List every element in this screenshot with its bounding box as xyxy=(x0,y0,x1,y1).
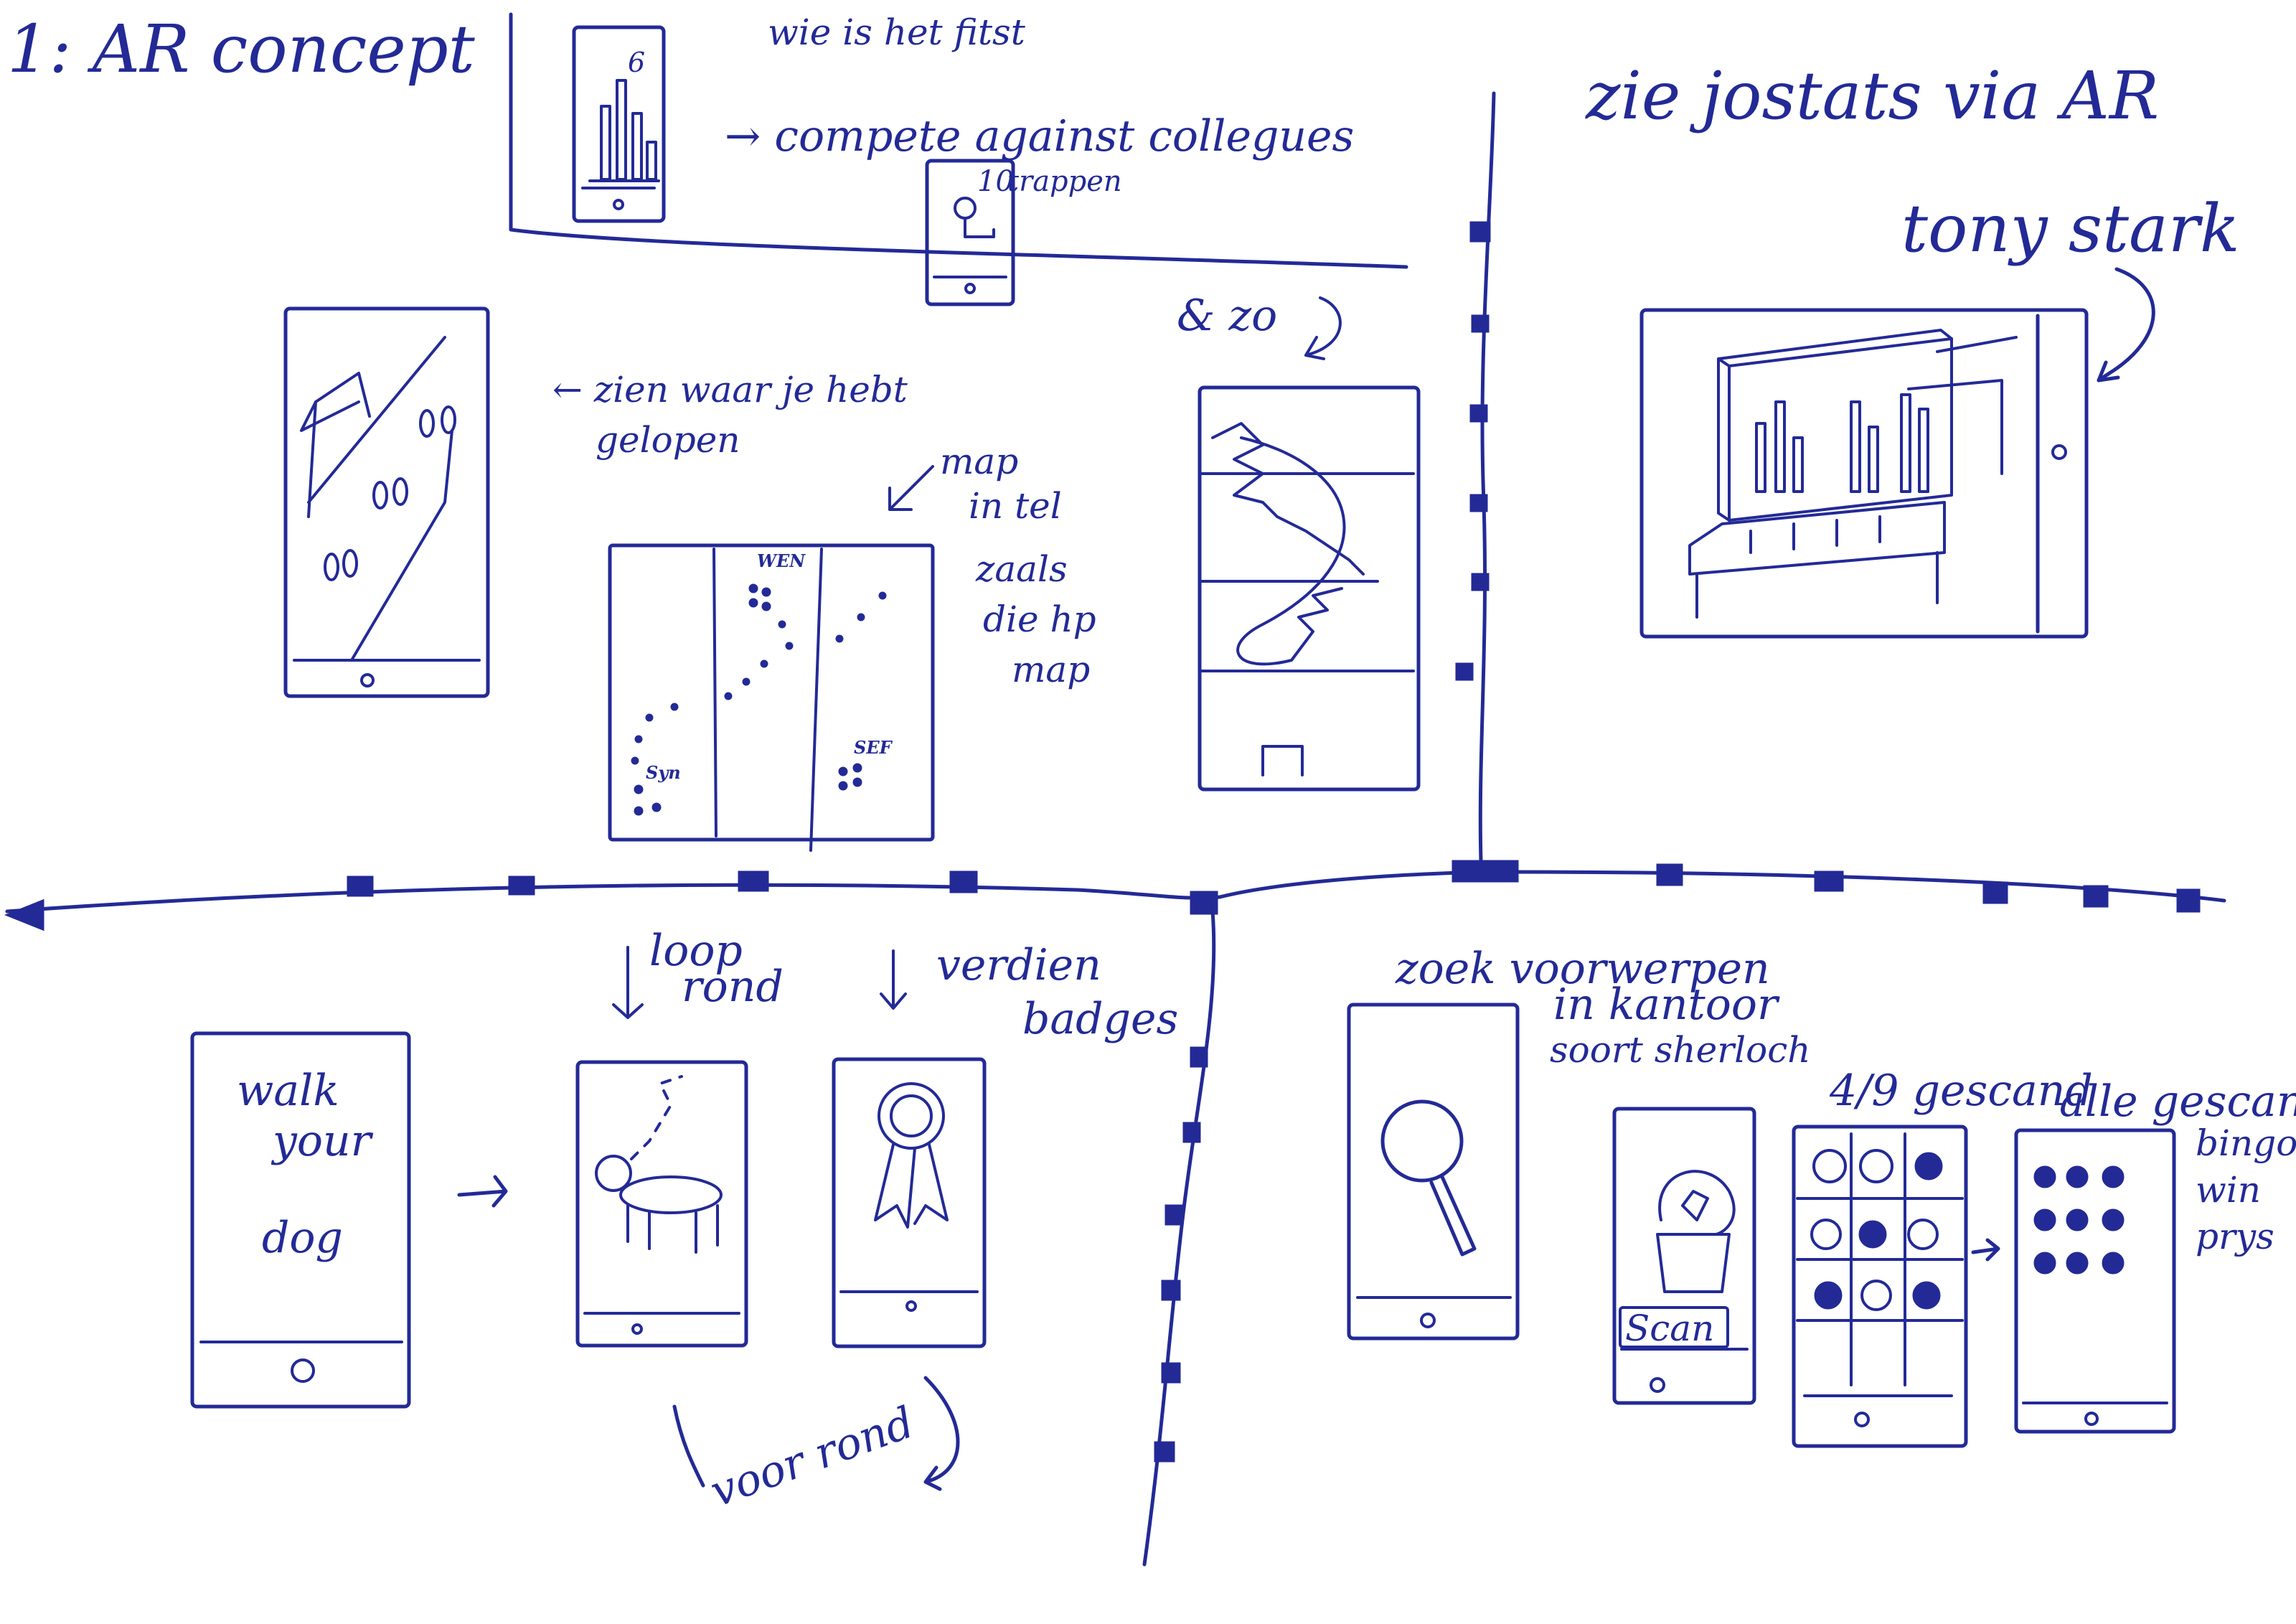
top-right-block: zie jostats via AR tony stark xyxy=(1585,57,2240,639)
ar-stats-heading: zie jostats via AR xyxy=(1585,57,2159,134)
wie-is-het-fitst-label: wie is het fitst xyxy=(768,11,1026,53)
bottom-right-block: zoek voorwerpen in kantoor soort sherloc… xyxy=(1347,944,2296,1448)
stairs-phone xyxy=(1198,385,1421,792)
bingo-complete-phone xyxy=(2014,1128,2176,1434)
loop-arrow-icon xyxy=(612,946,644,1019)
bottom-left-block: walk your dog loop rond verdien badges v… xyxy=(190,926,1178,1517)
bingo-label-line1: bingo xyxy=(2196,1122,2296,1164)
walk-your-dog-phone: walk your dog xyxy=(190,1031,411,1409)
badges-label-line1: verdien xyxy=(936,940,1101,990)
footprints-phone xyxy=(283,306,490,698)
all-scanned-label: alle gescand xyxy=(2059,1076,2296,1127)
horizontal-track xyxy=(4,860,2226,931)
dog-phone-caption: voor rond xyxy=(704,1397,921,1517)
leaderboard-phone: 6 xyxy=(572,25,666,223)
map-room-label-2: SEF xyxy=(854,737,893,758)
bingo-grid-phone xyxy=(1792,1125,1968,1448)
map-room-label-3: Syn xyxy=(646,762,681,783)
bingo-arrow-icon xyxy=(1971,1238,2000,1262)
bingo-label-line3: prys xyxy=(2196,1216,2274,1257)
badges-arrow-icon xyxy=(880,949,907,1010)
page-title: 1: AR concept xyxy=(7,11,476,88)
top-center-block: 6 wie is het fitst → compete against col… xyxy=(509,11,1408,306)
map-label-line2: in tel xyxy=(969,485,1062,527)
bingo-label-line2: win xyxy=(2196,1169,2261,1211)
map-phone: WEN SEF Syn xyxy=(608,543,935,852)
dog-text: dog xyxy=(262,1213,343,1263)
left-panel-block: ← zien waar je hebt gelopen map in tel W… xyxy=(283,291,1421,852)
magnifier-phone xyxy=(1347,1003,1520,1341)
ar-concept-sketch: 1: AR concept 6 wie is het fitst → compe… xyxy=(4,11,2296,1567)
dog-phone xyxy=(575,1060,748,1348)
scan-object-icon xyxy=(1656,1170,1736,1293)
scan-phone: Scan xyxy=(1612,1107,1756,1405)
map-room-label-1: WEN xyxy=(757,550,806,571)
vertical-track-top xyxy=(1455,91,1496,863)
rooms-label-line3: map xyxy=(1012,649,1090,690)
map-label-line1: map xyxy=(940,441,1018,482)
stairs-arrow-icon xyxy=(1304,296,1342,360)
search-label-line2: in kantoor xyxy=(1553,980,1780,1030)
stairs-count-phone: 10 trappen xyxy=(925,159,1122,306)
dog-bracket-right-arrow xyxy=(923,1376,960,1491)
loop-label-line2: rond xyxy=(682,962,784,1012)
scan-button-label: Scan xyxy=(1625,1308,1714,1349)
stairs-label: & zo xyxy=(1177,291,1277,341)
scanned-count-label: 4/9 gescand xyxy=(1829,1066,2093,1116)
scanned-items-icon xyxy=(2033,1165,2125,1275)
dog-icon xyxy=(595,1075,723,1254)
leaderboard-top-value: 6 xyxy=(628,47,645,78)
compete-label: → compete against collegues xyxy=(725,111,1354,161)
stairs-count-label: trappen xyxy=(1007,165,1122,198)
walk-arrow-icon xyxy=(457,1175,508,1208)
magnifier-icon xyxy=(1380,1099,1477,1257)
search-label-line3: soort sherloch xyxy=(1550,1029,1810,1071)
footprints-icon xyxy=(324,405,456,581)
hologram-bar-chart-icon xyxy=(1755,393,1929,493)
footprints-label-line1: ← zien waar je hebt xyxy=(552,369,908,410)
your-text: your xyxy=(270,1116,374,1166)
footprints-label-line2: gelopen xyxy=(596,419,740,461)
bingo-grid-icon xyxy=(1810,1149,1943,1311)
map-arrow-icon xyxy=(888,465,934,511)
walk-text: walk xyxy=(237,1066,339,1116)
ar-tablet xyxy=(1639,308,2089,639)
dog-bracket-left xyxy=(672,1404,705,1488)
ribbon-badge-icon xyxy=(874,1082,949,1229)
leaderboard-bar-chart-icon: 6 xyxy=(588,47,660,182)
rooms-label-line1: zaals xyxy=(975,548,1068,590)
tony-stark-label: tony stark xyxy=(1901,190,2240,267)
badge-phone xyxy=(832,1057,987,1348)
rooms-label-line2: die hp xyxy=(983,599,1096,640)
badges-label-line2: badges xyxy=(1022,994,1178,1044)
